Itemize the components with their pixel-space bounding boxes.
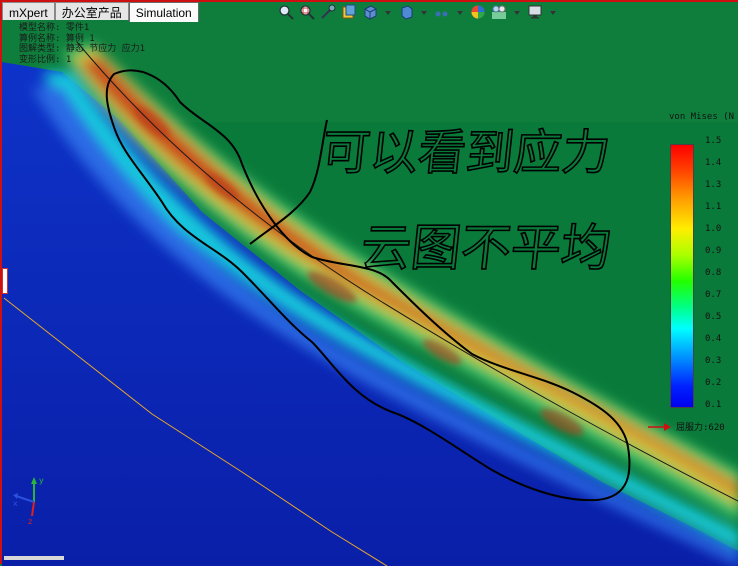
annotation-line-1: 可以看到应力 [322, 125, 613, 181]
legend-tick: 0.9 [705, 246, 722, 256]
display-style-icon[interactable] [434, 4, 450, 20]
bottom-tab-strip [4, 556, 64, 560]
legend-tick: 1.1 [705, 202, 722, 212]
simulation-viewport[interactable]: 可以看到应力 云图不平均 mXpert 办公室产品 Simulation 模型名… [0, 0, 738, 566]
command-manager-tabs: mXpert 办公室产品 Simulation [2, 2, 199, 22]
legend-tick: 0.5 [705, 312, 722, 322]
legend-tick: 1.3 [705, 180, 722, 190]
legend-tick: 0.4 [705, 334, 722, 344]
deformation-scale: 变形比例: 1 [19, 54, 72, 65]
panel-resize-handle[interactable] [2, 268, 8, 294]
scene-icon[interactable] [491, 4, 507, 20]
study-name: 算例名称: 算例 1 [19, 33, 95, 44]
handwritten-annotation: 可以看到应力 云图不平均 [322, 124, 615, 277]
monitor-icon[interactable] [527, 4, 543, 20]
annotation-line-2: 云图不平均 [358, 218, 614, 277]
triad-x-label: x [13, 499, 18, 508]
plot-type: 图解类型: 静态 节应力 应力1 [19, 44, 146, 54]
legend-tick: 1.4 [705, 158, 722, 168]
study-info: 模型名称: 零件1 算例名称: 算例 1 图解类型: 静态 节应力 应力1 变形… [19, 23, 145, 65]
heads-up-view-toolbar [278, 4, 558, 20]
zoom-area-icon[interactable] [299, 4, 315, 20]
view-orientation-icon[interactable] [398, 4, 414, 20]
legend-title: von Mises (N [669, 112, 735, 122]
axis-triad: y x z [13, 476, 44, 524]
legend-tick: 0.1 [705, 400, 722, 410]
tab-office-products[interactable]: 办公室产品 [54, 2, 129, 20]
color-scale-bar [670, 144, 694, 408]
appearance-icon[interactable] [470, 4, 486, 20]
arrow-right-icon [648, 422, 671, 431]
dropdown-arrow-icon[interactable] [455, 4, 465, 20]
model-name: 模型名称: 零件1 [19, 23, 90, 33]
legend-tick: 0.2 [705, 378, 722, 388]
zoom-to-fit-icon[interactable] [278, 4, 294, 20]
zoom-in-out-icon[interactable] [320, 4, 336, 20]
triad-y-label: y [39, 476, 44, 485]
legend-tick: 0.7 [705, 290, 722, 300]
legend-tick: 0.3 [705, 356, 722, 366]
legend-tick: 0.8 [705, 268, 722, 278]
dropdown-arrow-icon[interactable] [548, 4, 558, 20]
section-view-icon[interactable] [362, 4, 378, 20]
yield-strength-label: 屈服力:620 [676, 423, 725, 433]
3d-view-icon[interactable] [341, 4, 357, 20]
dropdown-arrow-icon[interactable] [383, 4, 393, 20]
legend-tick: 1.0 [705, 224, 722, 234]
triad-z-label: z [28, 517, 32, 524]
tab-simulation[interactable]: Simulation [128, 2, 199, 22]
dropdown-arrow-icon[interactable] [512, 4, 522, 20]
yield-strength-indicator: 屈服力:620 [648, 420, 725, 433]
legend-tick: 1.5 [705, 136, 722, 146]
dropdown-arrow-icon[interactable] [419, 4, 429, 20]
tab-mxpert[interactable]: mXpert [2, 2, 55, 20]
